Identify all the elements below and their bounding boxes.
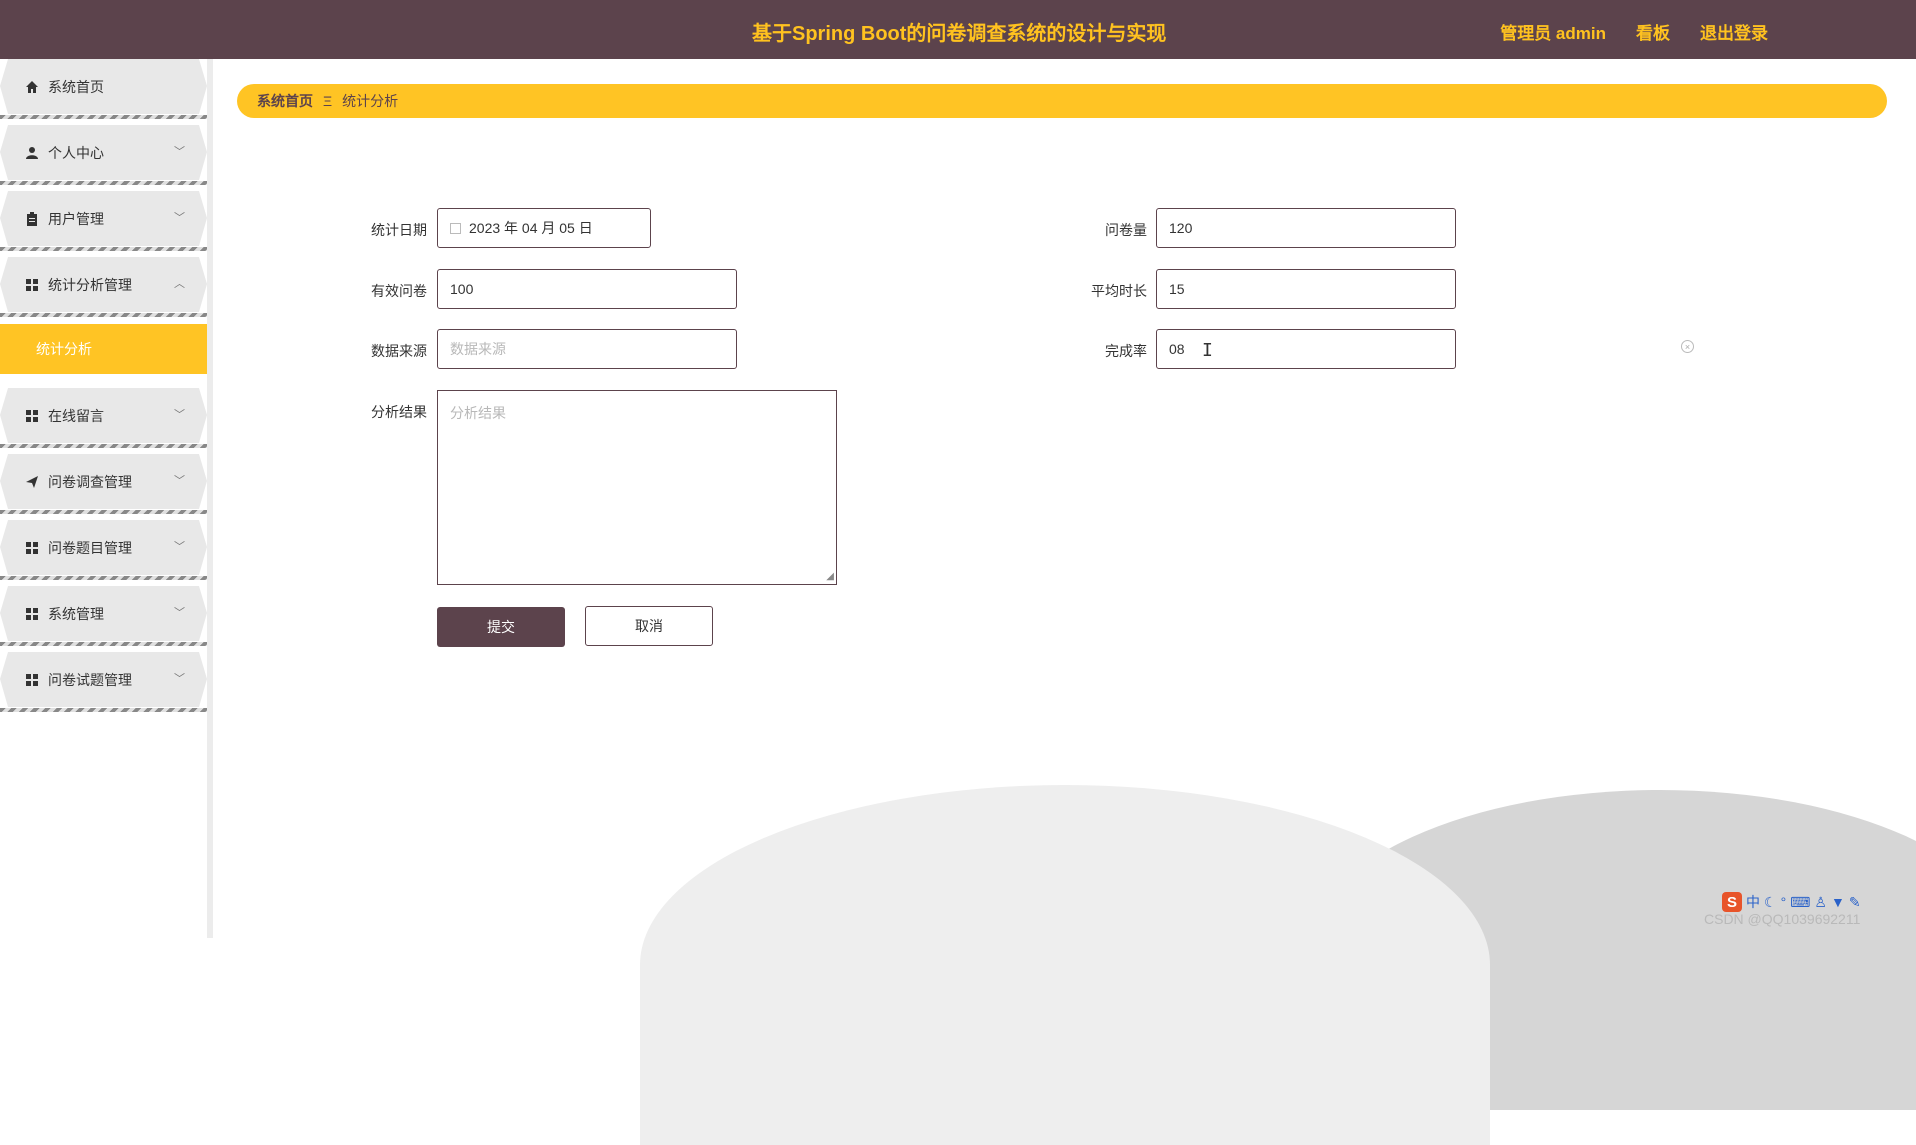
sidebar-subitem-statistics[interactable]: 统计分析	[0, 324, 207, 374]
menu-divider	[0, 115, 207, 119]
sidebar-item-label: 系统首页	[48, 78, 104, 95]
survey-count-label: 问卷量	[1105, 222, 1147, 238]
breadcrumb: 系统首页 Ξ 统计分析	[237, 84, 1887, 118]
stat-date-label: 统计日期	[371, 222, 427, 238]
valid-survey-field[interactable]: 100	[437, 269, 737, 309]
sidebar-item-label: 问卷试题管理	[48, 671, 132, 688]
grid-icon	[24, 540, 40, 556]
chevron-down-icon: ﹀	[174, 475, 185, 487]
sidebar-item-surveys[interactable]: 问卷调查管理 ﹀	[0, 454, 207, 509]
menu-divider	[0, 576, 207, 580]
background-hill	[640, 785, 1490, 1145]
menu-divider	[0, 444, 207, 448]
top-bar: 基于Spring Boot的问卷调查系统的设计与实现 管理员 admin 看板 …	[0, 0, 1916, 59]
sidebar-item-home[interactable]: 系统首页	[0, 59, 207, 114]
breadcrumb-home[interactable]: 系统首页	[257, 91, 313, 111]
grid-icon	[24, 672, 40, 688]
data-source-field[interactable]: 数据来源	[437, 329, 737, 369]
sidebar-item-statistics[interactable]: 统计分析管理 ︿	[0, 257, 207, 312]
analysis-result-label: 分析结果	[371, 404, 427, 420]
chevron-down-icon: ﹀	[174, 146, 185, 158]
stat-date-value: 2023 年 04 月 05 日	[469, 220, 593, 236]
ime-language-label[interactable]: 中	[1746, 892, 1760, 912]
sidebar-item-personal[interactable]: 个人中心 ﹀	[0, 125, 207, 180]
menu-divider	[0, 642, 207, 646]
completion-rate-label: 完成率	[1105, 343, 1147, 359]
sidebar-item-users[interactable]: 用户管理 ﹀	[0, 191, 207, 246]
chevron-down-icon: ﹀	[174, 212, 185, 224]
breadcrumb-current: 统计分析	[342, 93, 399, 109]
sidebar-item-questions[interactable]: 问卷题目管理 ﹀	[0, 520, 207, 575]
sidebar-item-label: 问卷题目管理	[48, 539, 132, 556]
person-icon[interactable]: ♙	[1814, 894, 1827, 911]
person-icon	[24, 145, 40, 161]
menu-divider	[0, 510, 207, 514]
ime-toolbar: S 中 ☾ ° ⌨ ♙ ▼ ✎	[1722, 892, 1861, 912]
sogou-logo-icon[interactable]: S	[1722, 892, 1742, 912]
sidebar: 系统首页 个人中心 ﹀ 用户管理 ﹀ 统计分析管理 ︿ 统计分析 在线留言 ﹀ …	[0, 59, 207, 938]
completion-rate-field[interactable]: 08	[1156, 329, 1456, 369]
sidebar-item-system[interactable]: 系统管理 ﹀	[0, 586, 207, 641]
admin-user-link[interactable]: 管理员 admin	[1500, 19, 1606, 44]
sidebar-item-label: 在线留言	[48, 407, 104, 424]
avg-duration-field[interactable]: 15	[1156, 269, 1456, 309]
dashboard-link[interactable]: 看板	[1636, 19, 1670, 44]
wrench-icon[interactable]: ✎	[1849, 894, 1861, 911]
cancel-button[interactable]: 取消	[585, 606, 713, 646]
keyboard-icon[interactable]: ⌨	[1790, 894, 1810, 911]
sidebar-item-exam[interactable]: 问卷试题管理 ﹀	[0, 652, 207, 707]
menu-divider	[0, 247, 207, 251]
data-source-label: 数据来源	[371, 343, 427, 359]
sidebar-item-label: 系统管理	[48, 605, 104, 622]
logout-link[interactable]: 退出登录	[1700, 19, 1768, 44]
menu-divider	[0, 708, 207, 712]
chevron-down-icon: ﹀	[174, 541, 185, 553]
sidebar-border	[207, 59, 213, 938]
grid-icon	[24, 606, 40, 622]
calendar-icon	[450, 222, 461, 234]
grid-icon	[24, 408, 40, 424]
text-cursor-icon: I	[1202, 340, 1213, 361]
analysis-result-textarea[interactable]: 分析结果 ◢	[437, 390, 837, 585]
avg-duration-label: 平均时长	[1091, 283, 1147, 299]
chevron-up-icon: ︿	[174, 278, 185, 290]
breadcrumb-separator: Ξ	[323, 93, 333, 109]
shirt-icon[interactable]: ▼	[1831, 894, 1845, 910]
chevron-down-icon: ﹀	[174, 409, 185, 421]
sidebar-item-label: 问卷调查管理	[48, 473, 132, 490]
top-links: 管理员 admin 看板 退出登录	[1500, 19, 1768, 44]
punctuation-icon[interactable]: °	[1781, 894, 1787, 910]
survey-count-field[interactable]: 120	[1156, 208, 1456, 248]
clipboard-icon	[24, 211, 40, 227]
stat-date-field[interactable]: 2023 年 04 月 05 日	[437, 208, 651, 248]
home-icon	[24, 79, 40, 95]
sidebar-item-messages[interactable]: 在线留言 ﹀	[0, 388, 207, 443]
menu-divider	[0, 313, 207, 317]
menu-divider	[0, 181, 207, 185]
submit-button[interactable]: 提交	[437, 607, 565, 647]
sidebar-item-label: 个人中心	[48, 144, 104, 161]
chevron-down-icon: ﹀	[174, 673, 185, 685]
clear-icon[interactable]: ×	[1681, 340, 1694, 353]
valid-survey-label: 有效问卷	[371, 283, 427, 299]
sidebar-item-label: 统计分析管理	[48, 276, 132, 293]
analysis-result-placeholder: 分析结果	[450, 405, 506, 421]
sidebar-item-label: 用户管理	[48, 210, 104, 227]
resize-grip-icon[interactable]: ◢	[826, 571, 834, 582]
moon-icon[interactable]: ☾	[1764, 894, 1777, 911]
app-title: 基于Spring Boot的问卷调查系统的设计与实现	[752, 23, 1167, 45]
send-icon	[24, 474, 40, 490]
grid-icon	[24, 277, 40, 293]
chevron-down-icon: ﹀	[174, 607, 185, 619]
watermark: CSDN @QQ1039692211	[1704, 911, 1861, 927]
